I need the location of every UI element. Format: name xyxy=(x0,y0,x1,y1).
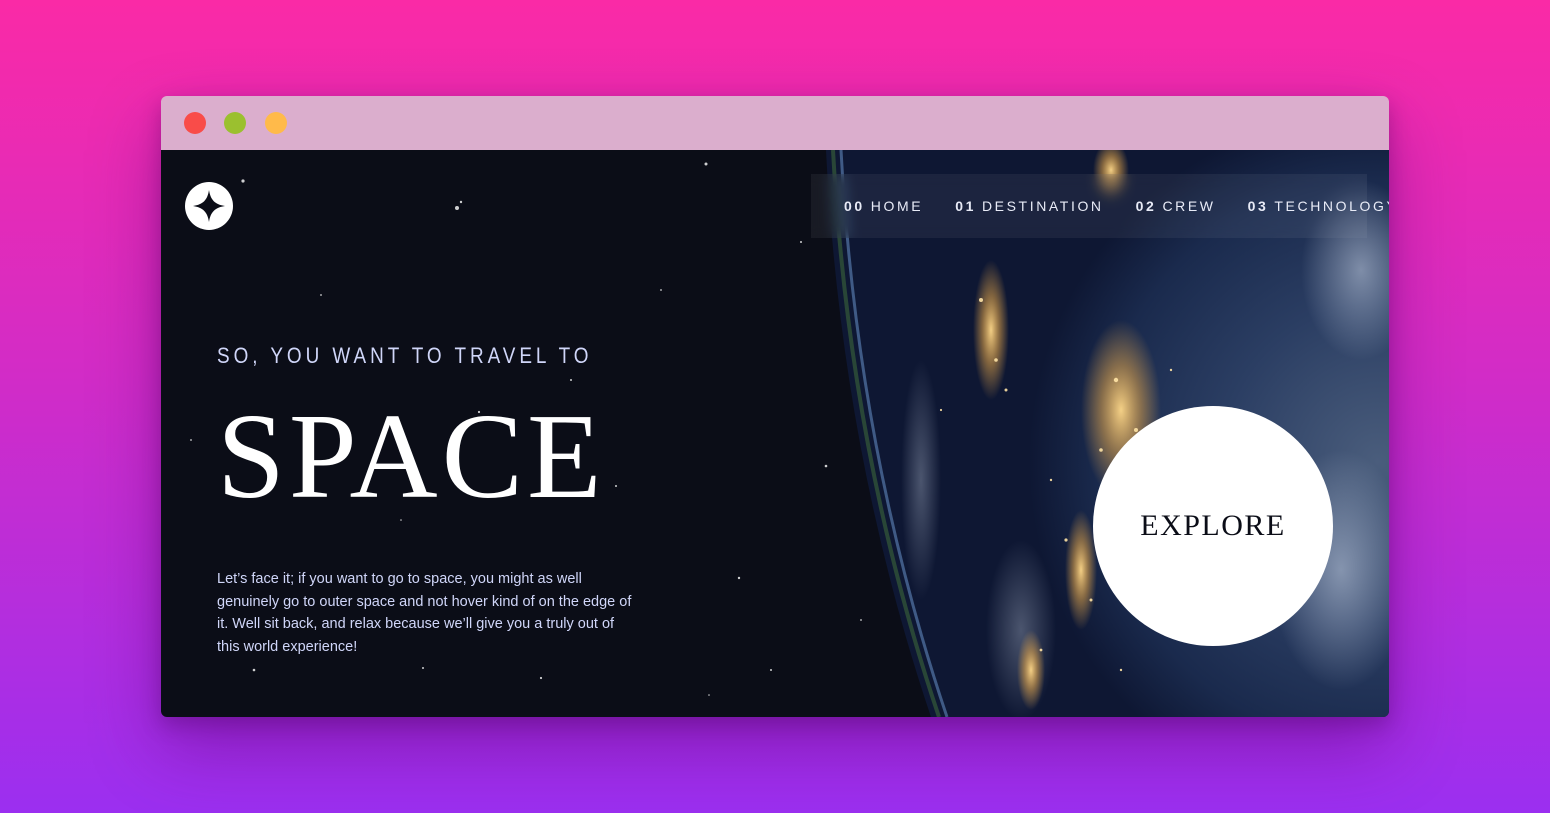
close-window-button[interactable] xyxy=(184,112,206,134)
browser-window: 00 HOME 01 DESTINATION 02 CREW 03 TECHNOLOGY… xyxy=(161,96,1389,717)
hero-title: SPACE xyxy=(217,389,606,524)
nav-item-technology[interactable]: 03 TECHNOLOGY xyxy=(1248,198,1389,214)
nav-number: 00 xyxy=(844,198,865,214)
hero-eyebrow: SO, YOU WANT TO TRAVEL TO xyxy=(217,343,593,368)
minimize-window-button[interactable] xyxy=(224,112,246,134)
explore-button[interactable]: EXPLORE xyxy=(1093,406,1333,646)
nav-number: 03 xyxy=(1247,198,1269,214)
nav-number: 02 xyxy=(1135,198,1157,214)
hero-description: Let’s face it; if you want to go to spac… xyxy=(217,571,632,655)
nav-label: DESTINATION xyxy=(981,198,1104,214)
nav-number: 01 xyxy=(955,198,976,214)
nav-label: CREW xyxy=(1162,198,1216,214)
nav-label: HOME xyxy=(870,198,924,214)
window-titlebar xyxy=(161,96,1389,150)
nav-item-destination[interactable]: 01 DESTINATION xyxy=(955,198,1103,214)
primary-nav: 00 HOME 01 DESTINATION 02 CREW 03 TECHNOLOGY xyxy=(811,174,1389,238)
maximize-window-button[interactable] xyxy=(265,112,287,134)
nav-item-home[interactable]: 00 HOME xyxy=(844,198,923,214)
nav-item-crew[interactable]: 02 CREW xyxy=(1136,198,1216,214)
nav-label: TECHNOLOGY xyxy=(1274,198,1389,214)
logo-star-icon[interactable] xyxy=(185,182,233,230)
page-viewport: 00 HOME 01 DESTINATION 02 CREW 03 TECHNOLOGY… xyxy=(161,150,1389,717)
